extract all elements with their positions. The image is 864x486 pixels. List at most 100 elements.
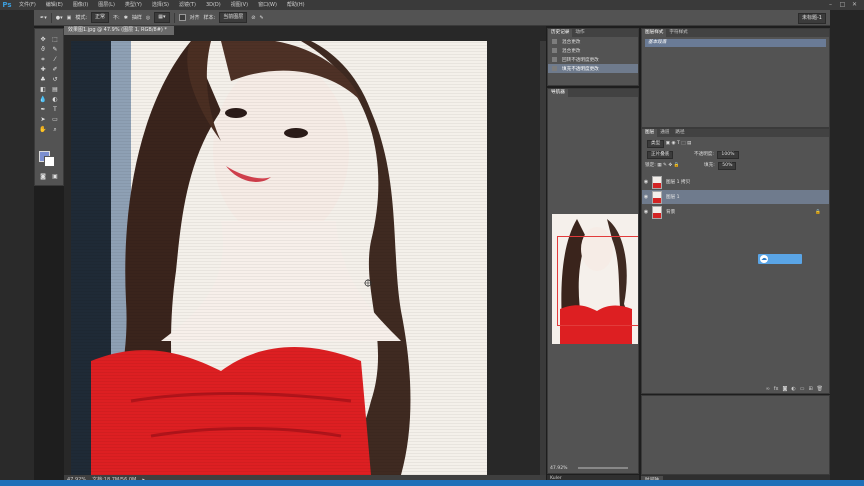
eyedropper-tool-icon[interactable]: ⁄ (50, 55, 60, 64)
clone-stamp-icon[interactable]: ✒▾ (40, 15, 47, 21)
layer-row-selected[interactable]: ◉ 图层 1 (642, 190, 829, 204)
blur-tool-icon[interactable]: 💧 (38, 95, 48, 104)
layer-row[interactable]: ◉ 背景 🔒 (642, 205, 829, 219)
menu-image[interactable]: 图像(I) (68, 0, 93, 10)
hand-tool-icon[interactable]: ✋ (38, 125, 48, 134)
tab-character-styles[interactable]: 字符样式 (666, 29, 690, 37)
link-layers-icon[interactable]: ∞ (766, 386, 770, 392)
quick-mask-icon[interactable]: ◙ (38, 172, 48, 181)
dodge-tool-icon[interactable]: ◐ (50, 95, 60, 104)
tab-channels[interactable]: 通道 (657, 129, 672, 137)
eye-icon[interactable]: ◉ (642, 194, 650, 200)
menu-bar: Ps 文件(F) 编辑(E) 图像(I) 图层(L) 类型(Y) 选择(S) 滤… (0, 0, 864, 10)
tab-paragraph-styles[interactable]: 图层样式 (642, 29, 667, 37)
blend-mode-select[interactable]: 正片叠底 (647, 151, 674, 159)
new-group-icon[interactable]: ▭ (800, 386, 805, 392)
navigator-zoom-slider[interactable] (578, 467, 628, 469)
navigator-view-box[interactable] (557, 236, 638, 326)
menu-help[interactable]: 帮助(H) (282, 0, 310, 10)
mode-label: 模式: (75, 15, 87, 21)
history-item-selected[interactable]: 填充不透明度更改 (548, 64, 638, 73)
cloud-sync-widget[interactable]: ☁ (758, 254, 802, 264)
maximize-icon[interactable]: □ (839, 1, 846, 8)
menu-layer[interactable]: 图层(L) (93, 0, 120, 10)
minimize-icon[interactable]: – (827, 1, 834, 8)
align-label: 对齐 (189, 15, 200, 21)
move-tool-icon[interactable]: ✥ (38, 35, 48, 44)
navigator-thumbnail[interactable] (552, 214, 638, 344)
menu-file[interactable]: 文件(F) (14, 0, 41, 10)
adjustment-layer-icon[interactable]: ◐ (791, 386, 795, 392)
brush-tool-icon[interactable]: ✐ (50, 65, 60, 74)
brush-panel-icon[interactable]: ▣ (67, 15, 72, 21)
marquee-tool-icon[interactable]: ⬚ (50, 35, 60, 44)
close-icon[interactable]: ✕ (851, 1, 858, 8)
trash-icon[interactable]: 🗑 (817, 386, 823, 392)
document-tab[interactable]: 效果图1.jpg @ 47.9% (图层 1, RGB/8#) * (64, 26, 174, 35)
eye-icon[interactable]: ◉ (642, 179, 650, 185)
menu-edit[interactable]: 编辑(E) (41, 0, 68, 10)
align-checkbox[interactable] (178, 14, 186, 21)
eye-icon[interactable]: ◉ (642, 209, 650, 215)
layer-kind-filter[interactable]: 类型 (647, 140, 665, 148)
sample-select[interactable]: 当前图层 (219, 12, 248, 23)
fill-input[interactable]: 50% (718, 162, 737, 170)
pattern-select[interactable]: ▦▾ (154, 12, 170, 23)
layer-thumbnail (652, 175, 662, 189)
empty-panel-area (641, 395, 830, 475)
history-brush-icon[interactable]: ↺ (50, 75, 60, 84)
filter-icons[interactable]: ▣ ◉ T ⬚ ▤ (666, 141, 692, 146)
path-select-tool-icon[interactable]: ➤ (38, 115, 48, 124)
healing-brush-icon[interactable]: ✚ (38, 65, 48, 74)
lock-icons[interactable]: ▦ ✎ ✥ 🔒 (657, 163, 679, 168)
history-item[interactable]: 混合更改 (548, 46, 638, 55)
brush-size-icon[interactable]: ●▾ (56, 15, 63, 21)
ignore-adjustment-icon[interactable]: ⊘ (251, 15, 255, 21)
background-color-swatch[interactable] (44, 156, 55, 167)
airbrush-icon[interactable]: ✱ (124, 15, 128, 21)
fx-icon[interactable]: fx (774, 386, 779, 392)
image-canvas[interactable] (71, 41, 487, 475)
pressure-icon[interactable]: ◎ (146, 15, 150, 21)
tab-history[interactable]: 历史记录 (548, 29, 573, 37)
menu-window[interactable]: 窗口(W) (253, 0, 282, 10)
tab-navigator[interactable]: 导航器 (548, 89, 568, 97)
menu-select[interactable]: 选择(S) (147, 0, 174, 10)
crop-tool-icon[interactable]: ⌗ (38, 55, 48, 64)
layer-thumbnail (652, 205, 662, 219)
lasso-tool-icon[interactable]: ϑ (38, 45, 48, 54)
screen-mode-icon[interactable]: ▣ (50, 172, 60, 181)
menu-filter[interactable]: 滤镜(T) (174, 0, 201, 10)
workspace-select[interactable]: 未标题-1 (798, 13, 826, 24)
tab-actions[interactable]: 动作 (572, 29, 587, 37)
menu-view[interactable]: 视图(V) (226, 0, 253, 10)
mode-select[interactable]: 正常 (91, 12, 110, 23)
menu-3d[interactable]: 3D(D) (201, 0, 226, 10)
gradient-tool-icon[interactable]: ▤ (50, 85, 60, 94)
clone-stamp-tool-icon[interactable]: ♣ (38, 75, 48, 84)
type-tool-icon[interactable]: T (50, 105, 60, 114)
add-mask-icon[interactable]: ◙ (782, 386, 787, 392)
tab-paths[interactable]: 路径 (672, 129, 687, 137)
opacity-input[interactable]: 100% (717, 151, 739, 159)
history-item[interactable]: 混合更改 (548, 37, 638, 46)
separator (50, 12, 52, 23)
quick-select-tool-icon[interactable]: ✎ (50, 45, 60, 54)
history-item[interactable]: 回转不透明度更改 (548, 55, 638, 64)
style-item[interactable]: 基本段落 (645, 39, 826, 47)
layer-row[interactable]: ◉ 图层 1 拷贝 (642, 175, 829, 189)
eraser-tool-icon[interactable]: ◧ (38, 85, 48, 94)
menu-type[interactable]: 类型(Y) (120, 0, 147, 10)
tab-layers[interactable]: 图层 (642, 129, 658, 137)
shape-tool-icon[interactable]: ▭ (50, 115, 60, 124)
layer-name[interactable]: 背景 (666, 209, 675, 215)
navigator-zoom[interactable]: 47.92% (550, 466, 568, 471)
vertical-scrollbar[interactable] (540, 41, 546, 475)
layer-name[interactable]: 图层 1 (666, 194, 680, 200)
cloud-icon: ☁ (760, 255, 768, 263)
pressure-size-icon[interactable]: ✎ (259, 15, 263, 21)
layer-name[interactable]: 图层 1 拷贝 (666, 179, 690, 185)
zoom-tool-icon[interactable]: ⌕ (50, 125, 60, 134)
new-layer-icon[interactable]: ⊞ (808, 386, 812, 392)
pen-tool-icon[interactable]: ✒ (38, 105, 48, 114)
